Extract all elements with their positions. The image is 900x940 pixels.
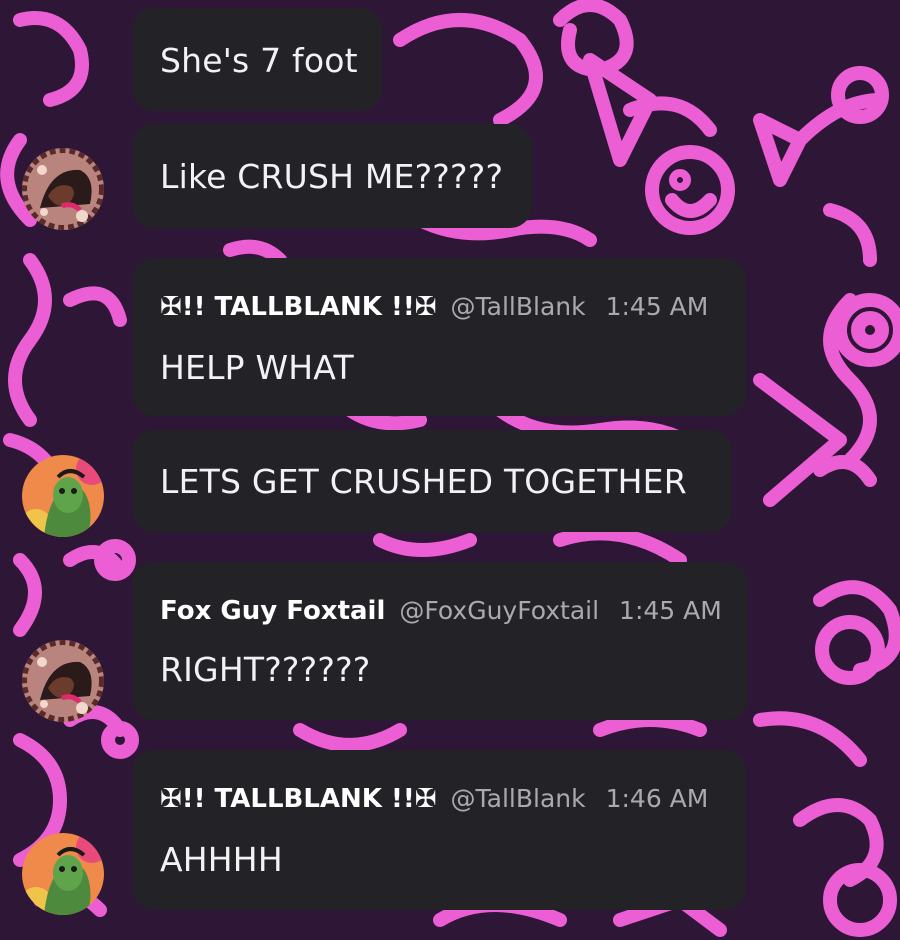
author-name[interactable]: ✠!! TALLBLANK !!✠ — [160, 784, 437, 814]
tallblank-avatar-icon[interactable] — [22, 455, 104, 537]
message-header: Fox Guy Foxtail @FoxGuyFoxtail 1:45 AM — [160, 596, 722, 626]
message-header: ✠!! TALLBLANK !!✠ @TallBlank 1:46 AM — [160, 784, 708, 814]
message-bubble[interactable]: ✠!! TALLBLANK !!✠ @TallBlank 1:46 AM AHH… — [132, 750, 746, 910]
message-timestamp: 1:45 AM — [619, 596, 722, 625]
message-bubble[interactable]: LETS GET CRUSHED TOGETHER — [132, 430, 732, 532]
message-text: HELP WHAT — [160, 348, 354, 387]
message-timestamp: 1:45 AM — [605, 292, 709, 321]
message-timestamp: 1:46 AM — [605, 784, 709, 813]
message-bubble[interactable]: She's 7 foot — [132, 8, 382, 111]
message-text: RIGHT?????? — [160, 650, 371, 689]
fox-avatar-icon[interactable] — [22, 148, 104, 230]
message-header: ✠!! TALLBLANK !!✠ @TallBlank 1:45 AM — [160, 292, 708, 322]
message-text: Like CRUSH ME????? — [160, 157, 504, 196]
tallblank-avatar-icon[interactable] — [22, 833, 104, 915]
author-name[interactable]: ✠!! TALLBLANK !!✠ — [160, 292, 437, 322]
author-handle[interactable]: @TallBlank — [451, 784, 586, 813]
author-handle[interactable]: @TallBlank — [451, 292, 586, 321]
message-bubble[interactable]: Fox Guy Foxtail @FoxGuyFoxtail 1:45 AM R… — [132, 562, 748, 720]
fox-avatar-icon[interactable] — [22, 640, 104, 722]
message-bubble[interactable]: ✠!! TALLBLANK !!✠ @TallBlank 1:45 AM HEL… — [132, 258, 746, 416]
author-handle[interactable]: @FoxGuyFoxtail — [399, 596, 599, 625]
message-bubble[interactable]: Like CRUSH ME????? — [132, 124, 532, 228]
author-name[interactable]: Fox Guy Foxtail — [160, 596, 385, 626]
message-text: LETS GET CRUSHED TOGETHER — [160, 462, 687, 501]
message-text: AHHHH — [160, 840, 283, 879]
message-text: She's 7 foot — [160, 41, 358, 80]
